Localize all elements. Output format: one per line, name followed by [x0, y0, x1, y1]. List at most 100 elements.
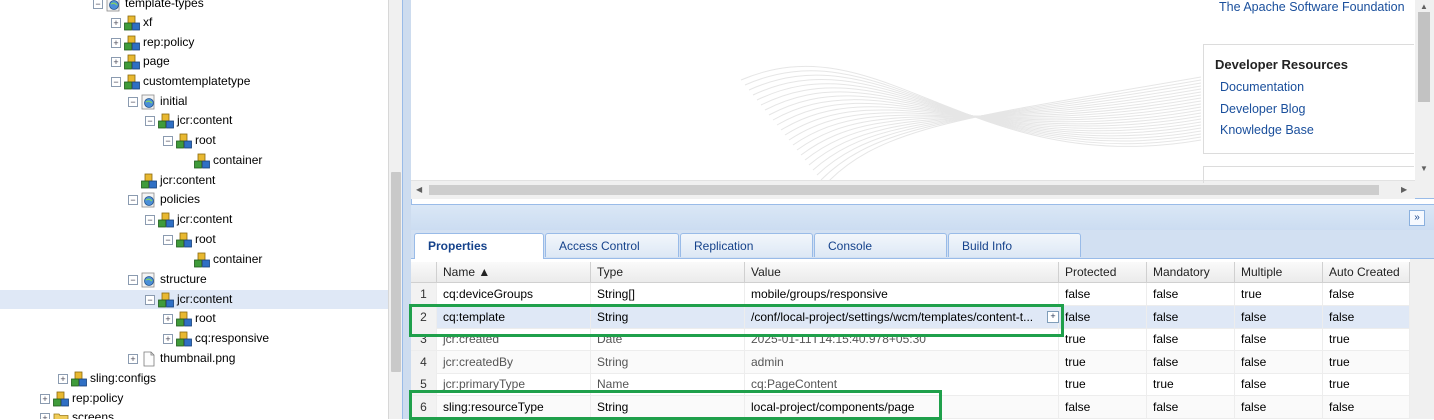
tree-node[interactable]: − template-types — [0, 0, 388, 13]
welcome-vertical-scrollbar[interactable]: ▲ ▼ — [1415, 0, 1434, 198]
table-row[interactable]: 4 jcr:createdBy String admin true false false t… — [411, 350, 1410, 374]
collapse-panel-icon[interactable]: » — [1409, 210, 1425, 226]
tab-build-info[interactable]: Build Info — [948, 233, 1081, 257]
header-rownum[interactable] — [411, 262, 437, 283]
tree-node-label: jcr:content — [160, 173, 216, 187]
header-type[interactable]: Type — [591, 262, 745, 283]
tree-node-label: root — [195, 232, 216, 246]
developer-resources-box: Developer Resources Documentation Develo… — [1203, 44, 1414, 154]
decorative-wave-graphic — [740, 65, 1201, 180]
tree-node[interactable]: + root — [0, 309, 388, 328]
tab-access-control[interactable]: Access Control — [545, 233, 679, 257]
header-name[interactable]: Name ▲ — [437, 262, 591, 283]
documentation-link[interactable]: Documentation — [1220, 80, 1304, 94]
tree-node-label: page — [143, 54, 170, 68]
cell-auto-created: true — [1323, 373, 1410, 396]
tree-node-label: screens — [72, 410, 115, 419]
table-row[interactable]: 1 cq:deviceGroups String[] mobile/groups/re… — [411, 283, 1410, 306]
tree-node[interactable]: − initial — [0, 92, 388, 111]
tree-node[interactable]: − jcr:content — [0, 111, 388, 130]
tab-console[interactable]: Console — [814, 233, 947, 257]
expand-icon[interactable]: + — [163, 314, 173, 324]
tree-node[interactable]: + screens — [0, 408, 388, 419]
expand-icon[interactable]: + — [163, 334, 173, 344]
tree-node[interactable]: + cq:responsive — [0, 329, 388, 348]
node-cubes-icon — [124, 35, 140, 51]
highlight-cq-template — [409, 304, 1064, 337]
collapse-icon[interactable]: − — [145, 295, 155, 305]
welcome-scroll-thumb[interactable] — [1418, 12, 1430, 102]
tree-node-label: rep:policy — [72, 391, 124, 405]
tab-replication[interactable]: Replication — [680, 233, 813, 257]
cell-value[interactable]: admin — [745, 350, 1059, 373]
tree-node[interactable]: container — [0, 151, 388, 170]
cell-protected: false — [1059, 305, 1147, 328]
knowledge-base-link[interactable]: Knowledge Base — [1220, 123, 1314, 137]
expand-icon[interactable]: + — [111, 57, 121, 67]
tree-scrollbar-thumb[interactable] — [391, 172, 401, 372]
welcome-hscroll-thumb[interactable] — [429, 185, 1379, 195]
tree-node[interactable]: − policies — [0, 190, 388, 209]
expand-icon[interactable]: + — [111, 18, 121, 28]
collapse-icon[interactable]: − — [145, 116, 155, 126]
header-multiple[interactable]: Multiple — [1235, 262, 1323, 283]
scroll-right-icon[interactable]: ▶ — [1401, 185, 1407, 194]
collapse-icon[interactable]: − — [93, 0, 103, 9]
tree-node[interactable]: − jcr:content — [0, 290, 388, 309]
header-auto-created[interactable]: Auto Created — [1323, 262, 1410, 283]
developer-blog-link[interactable]: Developer Blog — [1220, 102, 1305, 116]
apache-foundation-link[interactable]: The Apache Software Foundation — [1219, 0, 1405, 14]
tree-node-label: cq:responsive — [195, 331, 270, 345]
node-cubes-icon — [53, 391, 69, 407]
tree-node-label: sling:configs — [90, 371, 157, 385]
node-cubes-icon — [71, 371, 87, 387]
expand-icon[interactable]: + — [128, 354, 138, 364]
tree-scrollbar[interactable] — [388, 0, 403, 419]
tree-node[interactable]: − root — [0, 230, 388, 249]
tree-node[interactable]: − jcr:content — [0, 210, 388, 229]
collapse-icon[interactable]: − — [145, 215, 155, 225]
tree-node[interactable]: container — [0, 250, 388, 269]
tree-node-label: root — [195, 311, 216, 325]
tree-node[interactable]: + thumbnail.png — [0, 349, 388, 368]
collapse-icon[interactable]: − — [128, 275, 138, 285]
tree-node[interactable]: + sling:configs — [0, 369, 388, 388]
page-globe-icon — [141, 94, 155, 110]
tree-node-label: rep:policy — [143, 35, 195, 49]
tab-properties[interactable]: Properties — [414, 233, 544, 259]
grid-scrollbar[interactable] — [1410, 259, 1434, 419]
cell-protected: false — [1059, 396, 1147, 418]
cell-value[interactable]: mobile/groups/responsive — [745, 283, 1059, 305]
expand-icon[interactable]: + — [40, 413, 50, 419]
node-cubes-icon — [124, 15, 140, 31]
tree-node[interactable]: + xf — [0, 13, 388, 32]
tree-node[interactable]: − root — [0, 131, 388, 150]
expand-icon[interactable]: + — [40, 394, 50, 404]
cell-protected: true — [1059, 373, 1147, 396]
collapse-icon[interactable]: − — [163, 136, 173, 146]
tree-node[interactable]: + rep:policy — [0, 33, 388, 52]
cell-multiple: false — [1235, 373, 1323, 396]
tree-node[interactable]: − structure — [0, 270, 388, 289]
folder-icon — [53, 413, 69, 419]
header-mandatory[interactable]: Mandatory — [1147, 262, 1235, 283]
header-protected[interactable]: Protected — [1059, 262, 1147, 283]
node-cubes-icon — [176, 232, 192, 248]
expand-icon[interactable]: + — [58, 374, 68, 384]
scroll-up-icon[interactable]: ▲ — [1420, 2, 1428, 11]
expand-icon[interactable]: + — [111, 38, 121, 48]
cell-mandatory: false — [1147, 305, 1235, 328]
tree-node[interactable]: jcr:content — [0, 171, 388, 190]
collapse-icon[interactable]: − — [128, 195, 138, 205]
node-cubes-icon — [194, 153, 210, 169]
scroll-left-icon[interactable]: ◀ — [416, 185, 422, 194]
header-value[interactable]: Value — [745, 262, 1059, 283]
collapse-icon[interactable]: − — [111, 77, 121, 87]
collapse-icon[interactable]: − — [163, 235, 173, 245]
page-globe-icon — [141, 272, 155, 288]
collapse-icon[interactable]: − — [128, 97, 138, 107]
tree-node[interactable]: + rep:policy — [0, 389, 388, 408]
tree-node[interactable]: + page — [0, 52, 388, 71]
scroll-down-icon[interactable]: ▼ — [1420, 164, 1428, 173]
tree-node[interactable]: − customtemplatetype — [0, 72, 388, 91]
